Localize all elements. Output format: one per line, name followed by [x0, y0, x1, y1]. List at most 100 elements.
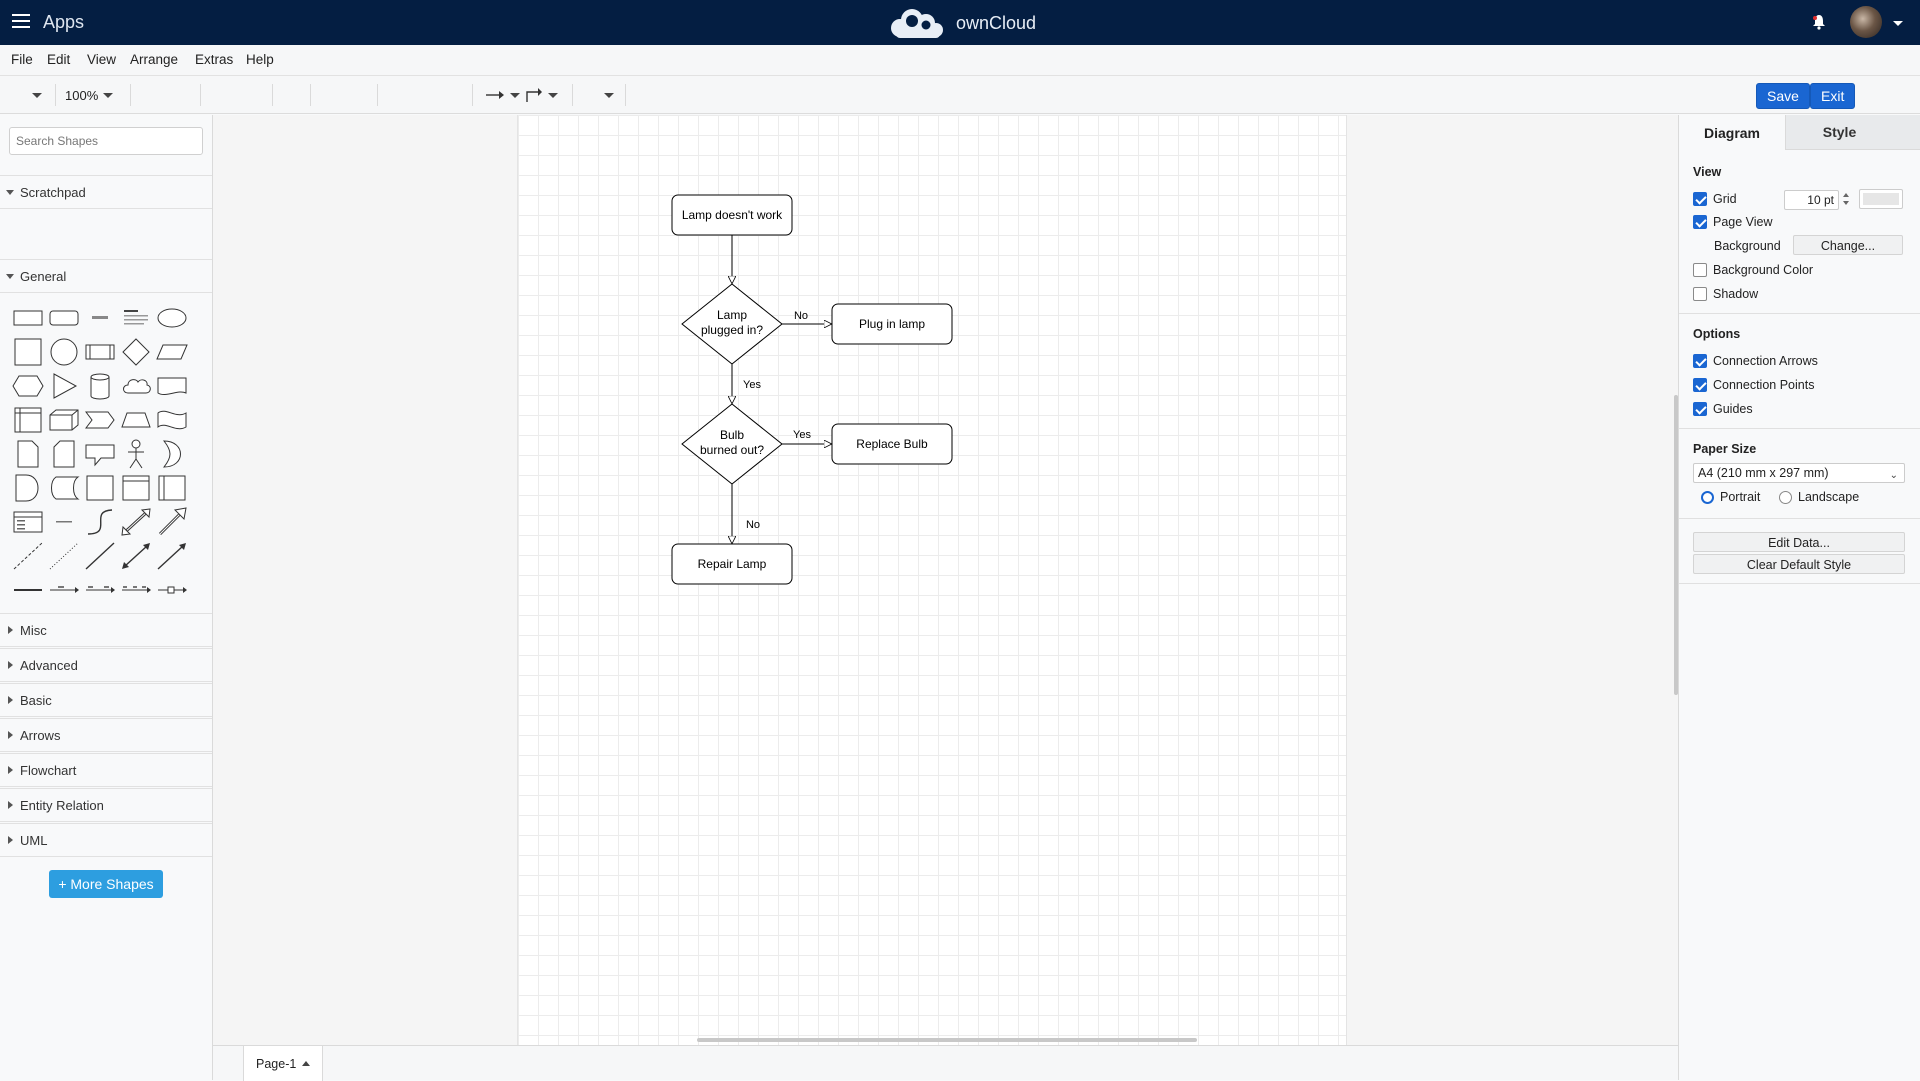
section-entity-relation[interactable]: Entity Relation: [0, 788, 212, 822]
grid-size-spinner[interactable]: [1842, 191, 1850, 209]
edge-label-yes[interactable]: Yes: [743, 379, 761, 391]
portrait-radio[interactable]: Portrait: [1701, 489, 1760, 505]
view-mode-dropdown[interactable]: [32, 84, 42, 106]
shape-process[interactable]: [82, 335, 118, 369]
diagram-page[interactable]: No Yes Yes No Lamp doesn't work Lamp plu…: [517, 115, 1347, 1045]
user-menu-caret-icon[interactable]: [1893, 21, 1903, 26]
section-arrows[interactable]: Arrows: [0, 718, 212, 752]
shape-text[interactable]: [82, 301, 118, 335]
menu-arrange[interactable]: Arrange: [130, 52, 178, 67]
shape-cylinder[interactable]: [82, 369, 118, 403]
shape-step[interactable]: [82, 403, 118, 437]
shape-textbox[interactable]: [118, 301, 154, 335]
shape-line[interactable]: [82, 539, 118, 573]
change-background-button[interactable]: Change...: [1793, 235, 1903, 255]
section-misc[interactable]: Misc: [0, 613, 212, 647]
shape-internal-storage[interactable]: [10, 403, 46, 437]
menu-extras[interactable]: Extras: [195, 52, 233, 67]
menu-view[interactable]: View: [87, 52, 116, 67]
node-lamp-doesnt-work[interactable]: Lamp doesn't work: [671, 194, 793, 236]
tab-diagram[interactable]: Diagram: [1679, 115, 1786, 150]
shape-bidirectional-connector[interactable]: [118, 539, 154, 573]
shape-square[interactable]: [10, 335, 46, 369]
shape-arrow[interactable]: [154, 505, 190, 539]
save-button[interactable]: Save: [1756, 83, 1810, 109]
shape-dotted-line[interactable]: [46, 539, 82, 573]
section-general[interactable]: General: [0, 259, 212, 293]
more-tools-dropdown[interactable]: [604, 84, 614, 106]
node-replace-bulb[interactable]: Replace Bulb: [831, 423, 953, 465]
node-plug-in-lamp[interactable]: Plug in lamp: [831, 303, 953, 345]
shape-connector-2-labels[interactable]: [82, 573, 118, 607]
shape-rounded-rectangle[interactable]: [46, 301, 82, 335]
shape-list-item[interactable]: [46, 505, 82, 539]
shape-dashed-line[interactable]: [10, 539, 46, 573]
page-view-checkbox[interactable]: Page View: [1693, 214, 1773, 230]
shape-and[interactable]: [10, 471, 46, 505]
edge-label-no[interactable]: No: [746, 519, 760, 531]
landscape-radio[interactable]: Landscape: [1779, 489, 1859, 505]
tab-page-1[interactable]: Page-1: [243, 1046, 324, 1081]
shape-data-storage[interactable]: [46, 471, 82, 505]
shape-diamond[interactable]: [118, 335, 154, 369]
shape-circle[interactable]: [46, 335, 82, 369]
section-uml[interactable]: UML: [0, 823, 212, 857]
shape-cloud[interactable]: [118, 369, 154, 403]
shape-swimlane-vertical[interactable]: [154, 471, 190, 505]
node-lamp-plugged-in[interactable]: Lamp plugged in?: [681, 283, 783, 365]
user-avatar[interactable]: [1850, 6, 1882, 38]
more-shapes-button[interactable]: + More Shapes: [49, 870, 163, 898]
shape-or[interactable]: [154, 437, 190, 471]
section-scratchpad[interactable]: Scratchpad: [0, 175, 212, 209]
grid-color-swatch[interactable]: [1859, 189, 1903, 209]
clear-default-style-button[interactable]: Clear Default Style: [1693, 554, 1905, 574]
shape-cube[interactable]: [46, 403, 82, 437]
apps-label[interactable]: Apps: [43, 12, 84, 33]
shape-directional-connector[interactable]: [154, 539, 190, 573]
hamburger-menu-icon[interactable]: [12, 14, 30, 30]
shape-triangle[interactable]: [46, 369, 82, 403]
shadow-checkbox[interactable]: Shadow: [1693, 286, 1758, 302]
tab-style[interactable]: Style: [1786, 115, 1893, 150]
grid-checkbox[interactable]: Grid: [1693, 191, 1737, 207]
node-repair-lamp[interactable]: Repair Lamp: [671, 543, 793, 585]
horizontal-scrollbar[interactable]: [697, 1038, 1197, 1042]
search-shapes-input[interactable]: [9, 127, 203, 155]
shape-ellipse[interactable]: [154, 301, 190, 335]
zoom-dropdown[interactable]: 100%: [65, 84, 114, 106]
shape-connector-symbol[interactable]: [154, 573, 190, 607]
paper-size-select[interactable]: A4 (210 mm x 297 mm) ⌄: [1693, 463, 1905, 483]
shape-hexagon[interactable]: [10, 369, 46, 403]
shape-actor[interactable]: [118, 437, 154, 471]
notification-bell-icon[interactable]: [1812, 14, 1826, 30]
spinner-up-icon[interactable]: [1843, 193, 1849, 197]
edge-label-yes[interactable]: Yes: [793, 429, 811, 441]
edit-data-button[interactable]: Edit Data...: [1693, 532, 1905, 552]
shape-tape[interactable]: [154, 403, 190, 437]
exit-button[interactable]: Exit: [1810, 83, 1856, 109]
shape-swimlane-horizontal[interactable]: [118, 471, 154, 505]
background-color-checkbox[interactable]: Background Color: [1693, 262, 1813, 278]
owncloud-logo[interactable]: ownCloud: [886, 6, 1036, 40]
guides-checkbox[interactable]: Guides: [1693, 401, 1753, 417]
shape-note[interactable]: [10, 437, 46, 471]
shape-curve[interactable]: [82, 505, 118, 539]
shape-parallelogram[interactable]: [154, 335, 190, 369]
shape-bidirectional-arrow[interactable]: [118, 505, 154, 539]
shape-rectangle[interactable]: [10, 301, 46, 335]
grid-size-field[interactable]: 10 pt: [1784, 190, 1839, 210]
spinner-down-icon[interactable]: [1843, 201, 1849, 205]
shape-connector-3-labels[interactable]: [118, 573, 154, 607]
shape-list[interactable]: [10, 505, 46, 539]
connection-style-dropdown[interactable]: [485, 84, 520, 106]
menu-file[interactable]: File: [11, 52, 33, 67]
chevron-up-icon[interactable]: [302, 1061, 311, 1066]
shape-callout[interactable]: [82, 437, 118, 471]
shape-document[interactable]: [154, 369, 190, 403]
connection-arrows-checkbox[interactable]: Connection Arrows: [1693, 353, 1818, 369]
menu-edit[interactable]: Edit: [47, 52, 70, 67]
diagram-canvas[interactable]: No Yes Yes No Lamp doesn't work Lamp plu…: [213, 115, 1678, 1045]
connection-points-checkbox[interactable]: Connection Points: [1693, 377, 1814, 393]
node-bulb-burned-out[interactable]: Bulb burned out?: [681, 403, 783, 485]
shape-card[interactable]: [46, 437, 82, 471]
